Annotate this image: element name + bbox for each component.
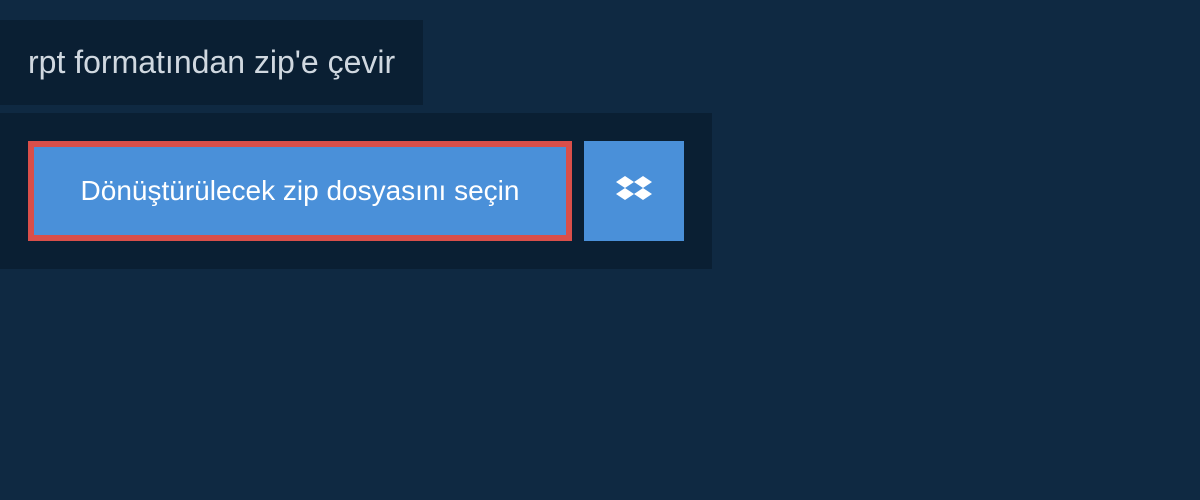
page-title: rpt formatından zip'e çevir bbox=[28, 44, 395, 80]
upload-panel: Dönüştürülecek zip dosyasını seçin bbox=[0, 113, 712, 269]
dropbox-button[interactable] bbox=[584, 141, 684, 241]
dropbox-icon bbox=[616, 173, 652, 209]
page-title-tab: rpt formatından zip'e çevir bbox=[0, 20, 423, 105]
select-file-button[interactable]: Dönüştürülecek zip dosyasını seçin bbox=[28, 141, 572, 241]
select-file-button-label: Dönüştürülecek zip dosyasını seçin bbox=[81, 175, 520, 207]
